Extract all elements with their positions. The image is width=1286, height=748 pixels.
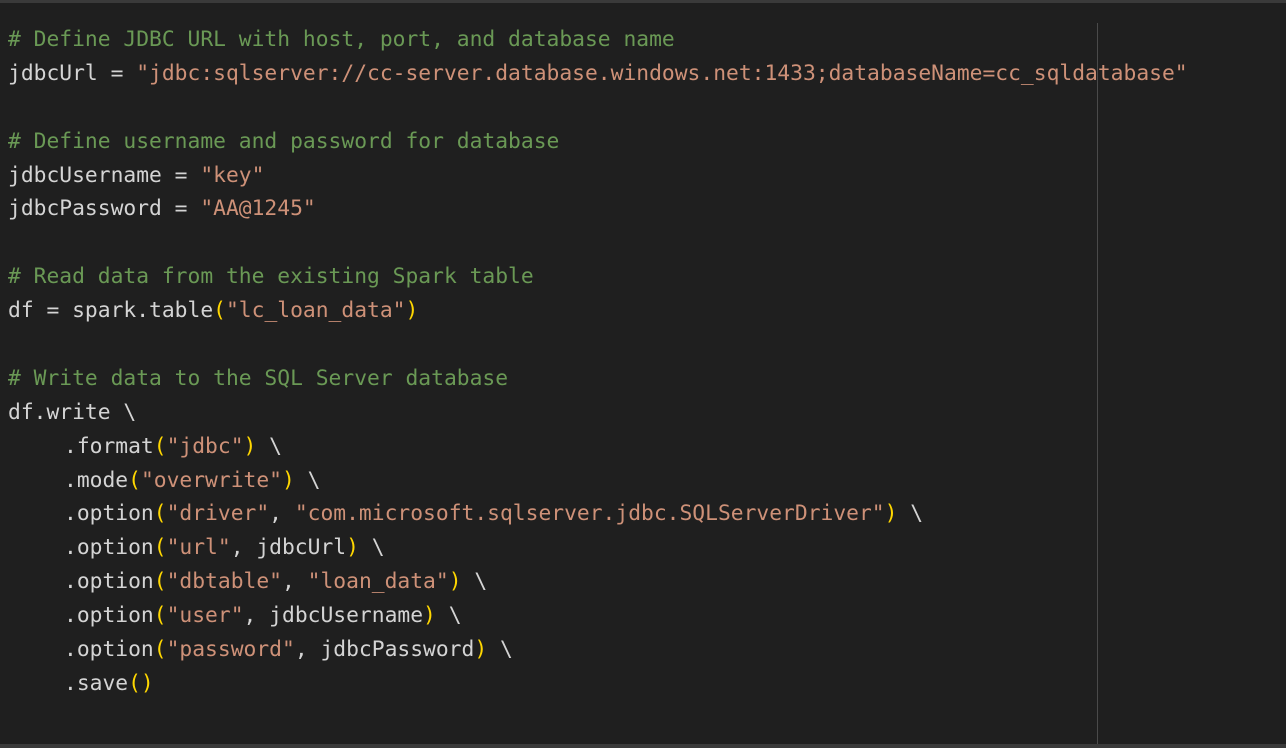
code-token-string: "dbtable"	[166, 569, 282, 595]
code-line[interactable]: df.write \	[8, 396, 1188, 430]
code-line[interactable]: .option("url", jdbcUrl) \	[8, 531, 1188, 565]
code-line[interactable]: jdbcUrl = "jdbc:sqlserver://cc-server.da…	[8, 57, 1188, 91]
code-token-string: "lc_loan_data"	[225, 298, 406, 324]
code-line[interactable]: # Write data to the SQL Server database	[8, 362, 1188, 396]
code-line[interactable]: # Define JDBC URL with host, port, and d…	[8, 23, 1188, 57]
code-line[interactable]: jdbcPassword = "AA@1245"	[8, 192, 1188, 226]
code-token-comment: # Define JDBC URL with host, port, and d…	[8, 27, 675, 52]
code-line[interactable]: .option("password", jdbcPassword) \	[8, 633, 1188, 667]
code-token-ident: \	[435, 603, 462, 629]
code-token-ident: .option	[64, 637, 154, 663]
code-token-paren: (	[153, 603, 167, 629]
code-block[interactable]: # Define JDBC URL with host, port, and d…	[8, 23, 1188, 701]
code-line-blank[interactable]	[8, 328, 1188, 362]
code-line[interactable]: # Define username and password for datab…	[8, 125, 1188, 159]
editor-bottom-border	[0, 744, 1286, 748]
code-token-string: "user"	[166, 603, 244, 629]
code-token-comment: # Define username and password for datab…	[8, 128, 560, 154]
code-token-paren: (	[153, 535, 167, 561]
code-token-string: "com.microsoft.sqlserver.jdbc.SQLServerD…	[294, 501, 885, 527]
code-token-ident: jdbcPassword =	[8, 196, 201, 222]
code-token-ident: .format	[64, 433, 154, 459]
code-token-ident: .option	[64, 535, 154, 561]
code-line-blank[interactable]	[8, 91, 1188, 125]
code-token-ident: .option	[64, 603, 154, 629]
code-line[interactable]: jdbcUsername = "key"	[8, 159, 1188, 193]
code-token-ident: , jdbcPassword	[294, 637, 475, 663]
code-token-ident: \	[294, 467, 321, 493]
code-token-string: "AA@1245"	[200, 196, 316, 222]
code-token-paren: (	[153, 501, 167, 527]
code-line[interactable]: .format("jdbc") \	[8, 430, 1188, 464]
code-line[interactable]: .mode("overwrite") \	[8, 464, 1188, 498]
code-token-string: "overwrite"	[140, 467, 282, 493]
code-token-string: "key"	[200, 162, 265, 188]
code-token-ident: .save	[64, 670, 129, 696]
code-token-string: "jdbc:sqlserver://cc-server.database.win…	[136, 60, 1188, 86]
code-token-comment: # Read data from the existing Spark tabl…	[8, 264, 534, 290]
code-line[interactable]: .option("driver", "com.microsoft.sqlserv…	[8, 497, 1188, 531]
code-token-string: "jdbc"	[166, 433, 244, 459]
code-token-ident: .option	[64, 569, 154, 595]
code-token-paren: )	[884, 501, 898, 527]
code-line[interactable]: # Read data from the existing Spark tabl…	[8, 260, 1188, 294]
code-token-string: "url"	[166, 535, 231, 561]
code-line[interactable]: .option("user", jdbcUsername) \	[8, 599, 1188, 633]
code-token-ident: \	[487, 637, 513, 663]
code-token-string: "loan_data"	[307, 569, 449, 595]
code-token-paren: (	[213, 298, 226, 324]
code-token-paren: (	[128, 467, 141, 493]
code-token-paren: )	[405, 298, 419, 324]
code-token-ident: .mode	[64, 467, 129, 493]
code-editor[interactable]: # Define JDBC URL with host, port, and d…	[0, 0, 1286, 748]
code-token-paren: )	[448, 569, 462, 595]
code-line[interactable]: df = spark.table("lc_loan_data")	[8, 294, 1188, 328]
code-token-ident: , jdbcUsername	[243, 603, 424, 629]
code-token-ident: df = spark.table	[8, 298, 214, 324]
code-token-ident: df.write \	[8, 399, 137, 425]
code-line[interactable]: .save()	[8, 667, 1188, 701]
code-line-blank[interactable]	[8, 226, 1188, 260]
code-token-ident: ,	[282, 569, 308, 595]
code-token-ident: , jdbcUrl	[230, 535, 347, 561]
code-token-paren: (	[153, 637, 167, 663]
code-token-ident: \	[897, 501, 924, 527]
code-token-paren: ()	[128, 670, 154, 696]
code-token-ident: \	[461, 569, 488, 595]
code-token-paren: )	[281, 467, 295, 493]
code-token-paren: (	[153, 569, 167, 595]
code-token-paren: (	[153, 433, 167, 459]
code-token-ident: jdbcUsername =	[8, 162, 201, 188]
code-token-comment: # Write data to the SQL Server database	[8, 365, 509, 391]
code-token-string: "password"	[166, 637, 295, 663]
code-token-paren: )	[346, 535, 359, 561]
code-token-paren: )	[243, 433, 257, 459]
code-line[interactable]: .option("dbtable", "loan_data") \	[8, 565, 1188, 599]
code-token-ident: .option	[64, 501, 154, 527]
code-token-string: "driver"	[166, 501, 270, 527]
code-token-paren: )	[423, 603, 436, 629]
code-token-paren: )	[474, 637, 488, 663]
code-token-ident: ,	[269, 501, 295, 527]
code-token-ident: \	[256, 433, 283, 459]
code-token-ident: jdbcUrl =	[8, 60, 137, 86]
code-token-ident: \	[358, 535, 385, 561]
